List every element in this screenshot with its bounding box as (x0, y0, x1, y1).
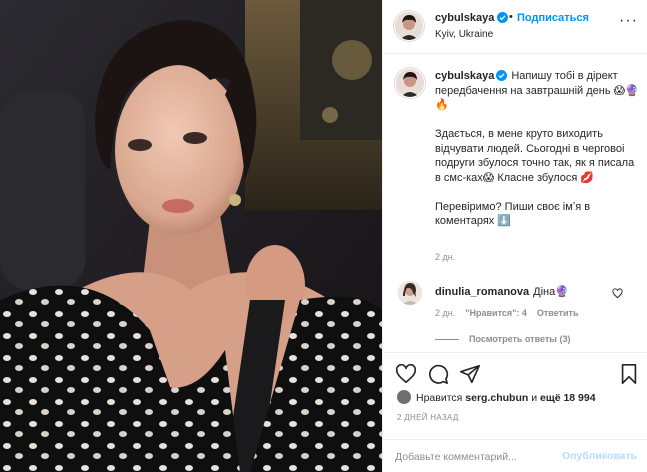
comments-list[interactable]: cybulskaya Напишу тобі в дірект передбаче… (383, 55, 647, 351)
follow-button[interactable]: Подписаться (517, 12, 589, 24)
post-actions: Нравится serg.chubun и ещё 18 994 2 ДНЕЙ… (383, 352, 647, 472)
comment-like-heart-icon[interactable] (612, 288, 623, 299)
caption-body: Напишу тобі в дірект передбачення на зав… (435, 70, 639, 227)
heart-icon[interactable] (395, 363, 417, 385)
author-avatar-image (395, 12, 423, 40)
comment-timestamp[interactable]: 2 дн. (435, 308, 455, 318)
verified-badge-icon (496, 70, 508, 81)
view-replies-label: Посмотреть ответы (3) (469, 334, 571, 344)
likes-others-count[interactable]: ещё 18 994 (540, 392, 596, 404)
caption-username[interactable]: cybulskaya (435, 70, 494, 82)
comment-avatar-image (398, 281, 422, 305)
verified-badge-icon (497, 12, 509, 23)
bookmark-icon[interactable] (618, 363, 640, 385)
replies-divider-line (435, 339, 459, 341)
comment-body: Діна🔮 (533, 286, 569, 298)
author-avatar[interactable] (395, 12, 423, 40)
comment-meta: 2 дн. "Нравится": 4 Ответить (435, 308, 588, 318)
comment-text: dinulia_romanova Діна🔮 (435, 285, 569, 298)
post-header: cybulskaya • Подписаться Kyiv, Ukraine ·… (383, 0, 647, 54)
add-comment-bar: Опубликовать (383, 439, 647, 472)
publish-comment-button[interactable]: Опубликовать (562, 450, 637, 462)
more-options-icon[interactable]: ··· (619, 13, 637, 29)
post-side-panel: cybulskaya • Подписаться Kyiv, Ukraine ·… (382, 0, 647, 472)
comment-reply-button[interactable]: Ответить (537, 308, 579, 318)
likes-conjunction: и (531, 392, 538, 404)
comment-icon[interactable] (427, 363, 449, 385)
comment-username[interactable]: dinulia_romanova (435, 286, 529, 298)
liker-username[interactable]: serg.chubun (465, 392, 528, 404)
post-date[interactable]: 2 ДНЕЙ НАЗАД (397, 413, 459, 422)
post-location[interactable]: Kyiv, Ukraine (435, 29, 493, 40)
caption-avatar-image (396, 69, 424, 97)
view-replies-button[interactable]: Посмотреть ответы (3) (435, 334, 570, 344)
share-icon[interactable] (459, 363, 481, 385)
post-caption: cybulskaya Напишу тобі в дірект передбаче… (435, 69, 640, 229)
post-photo-illustration (0, 0, 382, 472)
liker-avatar[interactable] (397, 390, 411, 404)
caption-timestamp[interactable]: 2 дн. (435, 252, 455, 262)
caption-author-avatar[interactable] (396, 69, 424, 97)
comment-likes-count[interactable]: "Нравится": 4 (465, 308, 527, 318)
likes-prefix: Нравится (416, 392, 463, 404)
likes-summary: Нравится serg.chubun и ещё 18 994 (397, 390, 596, 404)
separator-dot: • (509, 11, 513, 23)
add-comment-input[interactable] (395, 449, 555, 465)
comment-avatar[interactable] (398, 281, 422, 305)
post-photo[interactable] (0, 0, 382, 472)
author-username[interactable]: cybulskaya (435, 12, 509, 24)
